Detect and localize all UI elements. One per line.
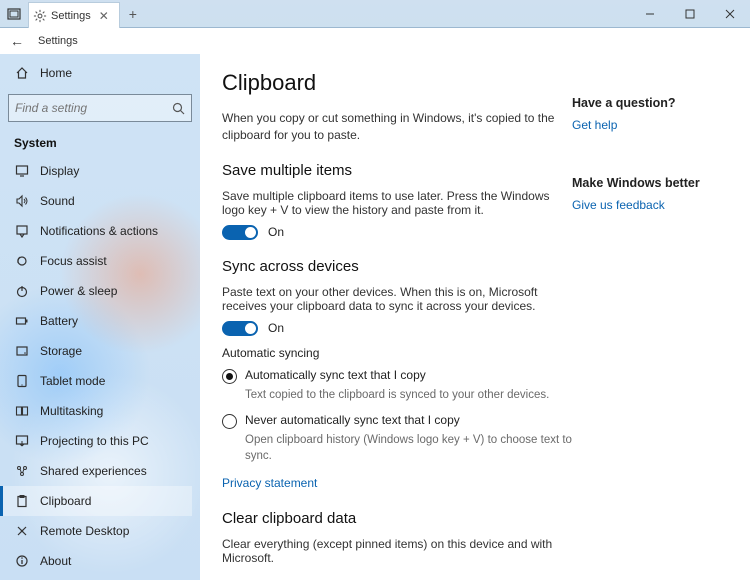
back-button[interactable]: ← (10, 33, 24, 49)
sidebar-item-projecting[interactable]: Projecting to this PC (8, 426, 192, 456)
sidebar-item-label: About (40, 554, 71, 568)
sidebar-item-notifications[interactable]: Notifications & actions (8, 216, 192, 246)
save-toggle[interactable]: On (222, 225, 572, 240)
gear-icon (33, 9, 47, 23)
remote-icon (14, 524, 30, 538)
sync-desc: Paste text on your other devices. When t… (222, 285, 572, 313)
page-intro: When you copy or cut something in Window… (222, 110, 572, 144)
power-icon (14, 284, 30, 298)
radio2-desc: Open clipboard history (Windows logo key… (245, 433, 572, 464)
sidebar-item-remote[interactable]: Remote Desktop (8, 516, 192, 546)
window-close-button[interactable] (710, 0, 750, 27)
radio-unselected-icon (222, 414, 237, 429)
sidebar-item-power[interactable]: Power & sleep (8, 276, 192, 306)
taskview-icon[interactable] (0, 0, 28, 27)
clear-desc: Clear everything (except pinned items) o… (222, 537, 572, 565)
sidebar-item-clipboard[interactable]: Clipboard (0, 486, 192, 516)
notifications-icon (14, 224, 30, 238)
sidebar-group-title: System (8, 132, 192, 156)
save-toggle-state: On (268, 225, 284, 239)
projecting-icon (14, 434, 30, 448)
tab-close-button[interactable]: ✕ (95, 9, 113, 23)
sidebar: Home System Display Sound Notifications & … (0, 54, 200, 580)
search-input[interactable] (15, 101, 172, 115)
clear-heading: Clear clipboard data (222, 510, 572, 527)
sidebar-item-label: Remote Desktop (40, 524, 129, 538)
main-content: Clipboard When you copy or cut something… (200, 54, 750, 580)
multitask-icon (14, 404, 30, 418)
sidebar-item-focus[interactable]: Focus assist (8, 246, 192, 276)
clipboard-icon (14, 494, 30, 508)
radio-selected-icon (222, 369, 237, 384)
storage-icon (14, 344, 30, 358)
browser-tab-settings[interactable]: Settings ✕ (28, 2, 120, 28)
sidebar-item-label: Display (40, 164, 79, 178)
sidebar-item-label: Clipboard (40, 494, 91, 508)
sidebar-item-label: Notifications & actions (40, 224, 158, 238)
radio1-label: Automatically sync text that I copy (245, 368, 426, 382)
toggle-on-icon (222, 321, 258, 336)
display-icon (14, 164, 30, 178)
sync-heading: Sync across devices (222, 258, 572, 275)
tab-title: Settings (51, 10, 91, 22)
focus-icon (14, 254, 30, 268)
sync-toggle-state: On (268, 321, 284, 335)
sidebar-item-label: Shared experiences (40, 464, 147, 478)
battery-icon (14, 314, 30, 328)
about-icon (14, 554, 30, 568)
sidebar-item-label: Multitasking (40, 404, 103, 418)
sidebar-item-display[interactable]: Display (8, 156, 192, 186)
new-tab-button[interactable]: + (120, 0, 146, 27)
get-help-link[interactable]: Get help (572, 118, 617, 132)
sidebar-item-shared[interactable]: Shared experiences (8, 456, 192, 486)
sidebar-item-multitask[interactable]: Multitasking (8, 396, 192, 426)
sidebar-home-label: Home (40, 66, 72, 80)
sidebar-item-sound[interactable]: Sound (8, 186, 192, 216)
radio2-label: Never automatically sync text that I cop… (245, 413, 460, 427)
window-minimize-button[interactable] (630, 0, 670, 27)
tablet-icon (14, 374, 30, 388)
feedback-link[interactable]: Give us feedback (572, 198, 665, 212)
toggle-on-icon (222, 225, 258, 240)
question-heading: Have a question? (572, 96, 722, 110)
sound-icon (14, 194, 30, 208)
radio1-desc: Text copied to the clipboard is synced t… (245, 388, 572, 404)
sidebar-item-label: Projecting to this PC (40, 434, 149, 448)
sidebar-item-label: Power & sleep (40, 284, 117, 298)
shared-icon (14, 464, 30, 478)
sidebar-item-tablet[interactable]: Tablet mode (8, 366, 192, 396)
save-heading: Save multiple items (222, 162, 572, 179)
sync-toggle[interactable]: On (222, 321, 572, 336)
save-desc: Save multiple clipboard items to use lat… (222, 189, 572, 217)
app-title: Settings (38, 35, 78, 47)
sidebar-item-label: Sound (40, 194, 75, 208)
sidebar-home[interactable]: Home (8, 58, 192, 88)
sidebar-item-label: Focus assist (40, 254, 107, 268)
page-title: Clipboard (222, 70, 572, 96)
sidebar-item-battery[interactable]: Battery (8, 306, 192, 336)
sidebar-item-label: Tablet mode (40, 374, 105, 388)
auto-sync-label: Automatic syncing (222, 346, 572, 360)
search-icon (172, 102, 185, 115)
aside-panel: Have a question? Get help Make Windows b… (572, 70, 722, 580)
radio-never-sync[interactable]: Never automatically sync text that I cop… (222, 413, 572, 429)
sidebar-item-label: Battery (40, 314, 78, 328)
app-header: ← Settings (0, 28, 750, 54)
sidebar-item-about[interactable]: About (8, 546, 192, 576)
window-titlebar: Settings ✕ + (0, 0, 750, 28)
window-maximize-button[interactable] (670, 0, 710, 27)
privacy-link[interactable]: Privacy statement (222, 476, 317, 490)
sidebar-item-storage[interactable]: Storage (8, 336, 192, 366)
radio-auto-sync[interactable]: Automatically sync text that I copy (222, 368, 572, 384)
search-box[interactable] (8, 94, 192, 122)
home-icon (14, 66, 30, 80)
feedback-heading: Make Windows better (572, 176, 722, 190)
sidebar-item-label: Storage (40, 344, 82, 358)
